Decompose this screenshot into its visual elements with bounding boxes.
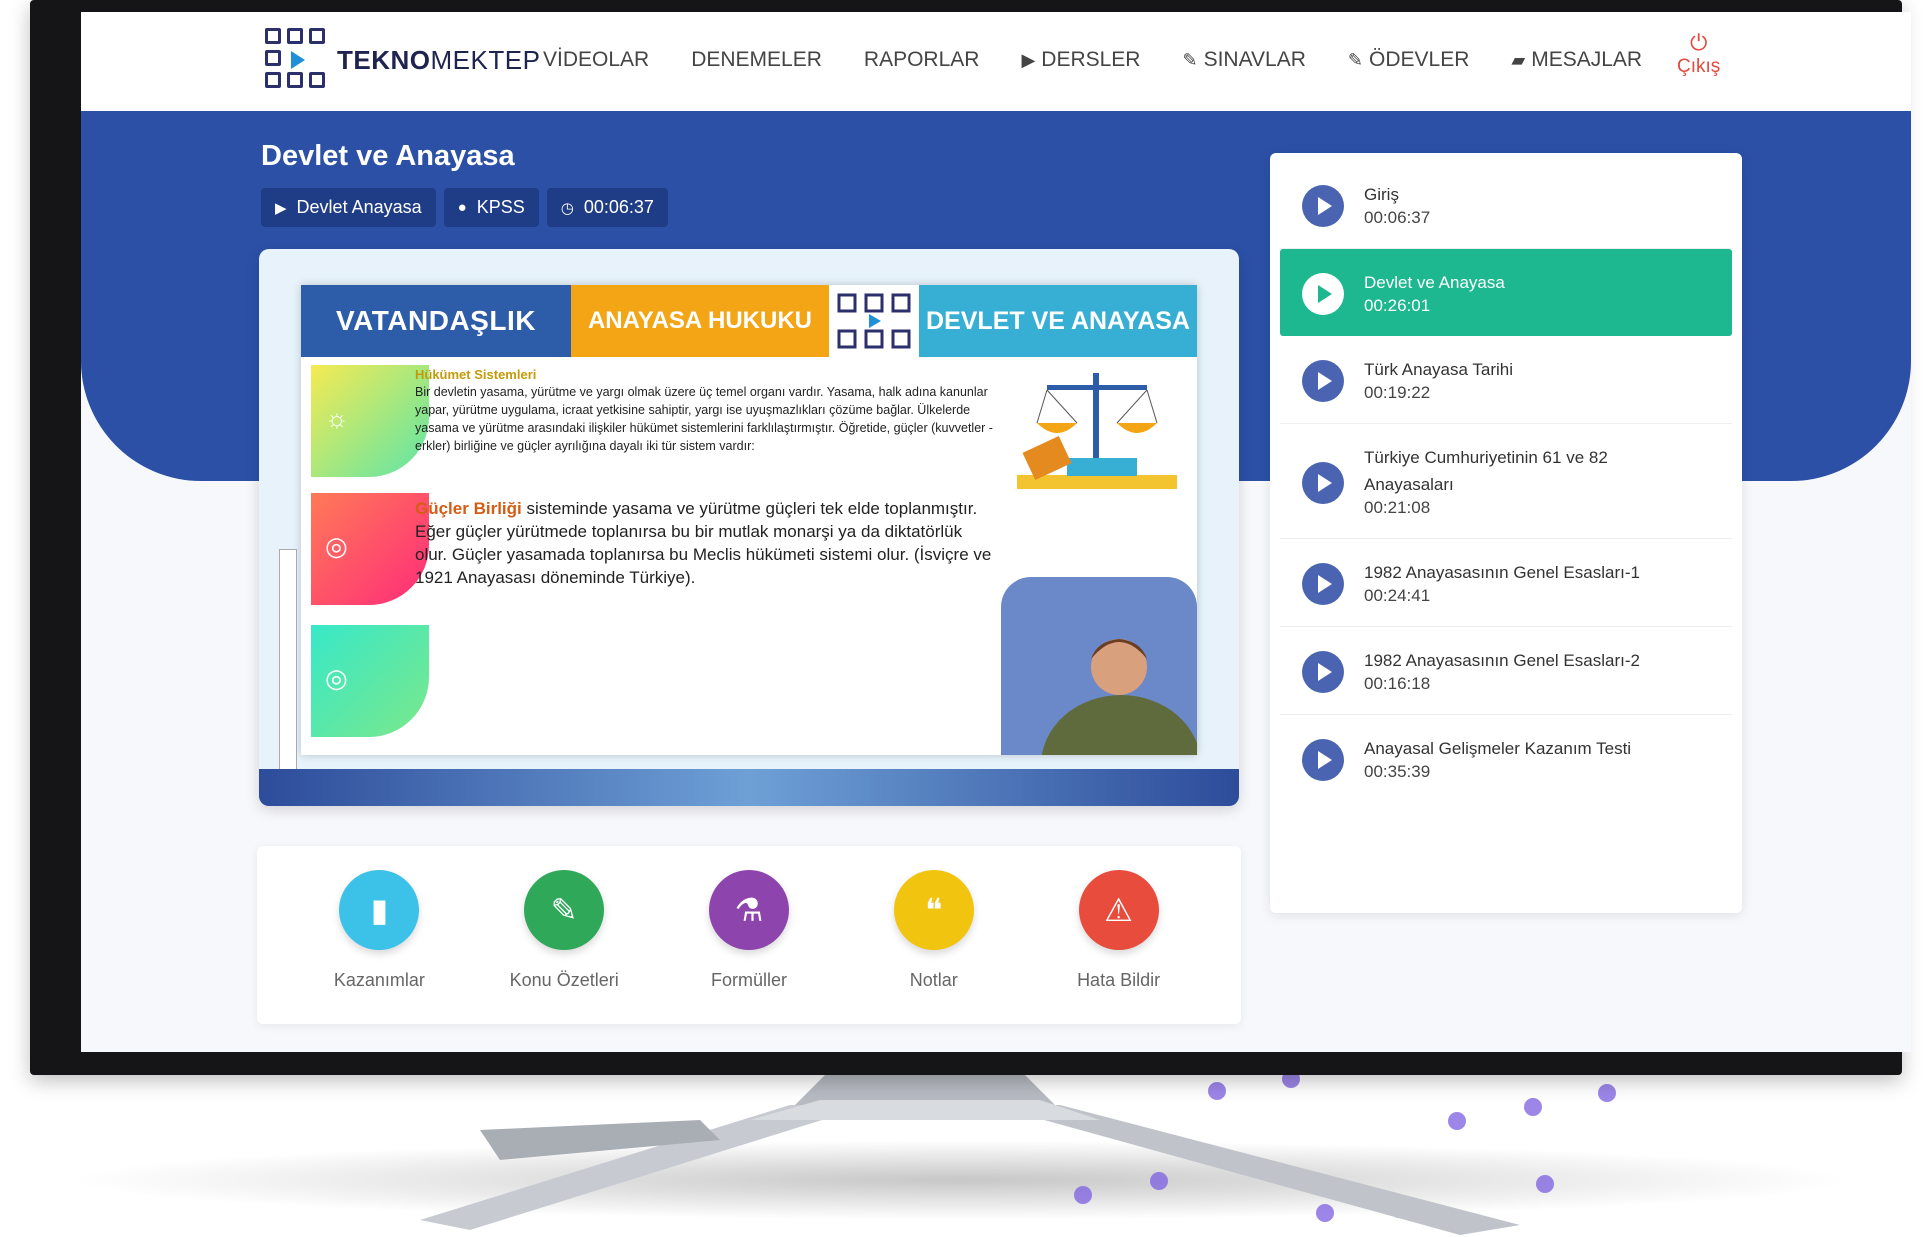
kazanimlar-button[interactable]: ▮ Kazanımlar — [294, 870, 464, 1024]
playlist-item[interactable]: 1982 Anayasasının Genel Esasları-1 00:24:… — [1280, 539, 1732, 627]
play-icon — [1302, 273, 1344, 315]
slide-panel-1: ☼ — [311, 365, 429, 477]
playlist-item[interactable]: Anayasal Gelişmeler Kazanım Testi 00:35:3… — [1280, 715, 1732, 802]
user-icon: ● — [457, 199, 467, 216]
target-icon: ◎ — [325, 663, 348, 693]
slide-panel-3: ◎ — [311, 625, 429, 737]
play-icon: ▶ — [275, 199, 287, 217]
document-icon: ▮ — [339, 870, 420, 950]
playlist-item-title: Türkiye Cumhuriyetinin 61 ve 82 Anayasal… — [1364, 448, 1608, 494]
flask-icon: ⚗ — [708, 870, 789, 950]
playlist-item-duration: 00:24:41 — [1364, 586, 1431, 605]
stage: TEKNOMEKTEP VİDEOLAR DENEMELER RAPORLAR … — [0, 0, 1931, 1237]
tv-bezel: TEKNOMEKTEP VİDEOLAR DENEMELER RAPORLAR … — [30, 0, 1911, 1075]
playlist-item-duration: 00:21:08 — [1364, 498, 1431, 517]
konu-ozetleri-button[interactable]: ✎ Konu Özetleri — [479, 870, 649, 1024]
logo-mark-icon — [263, 26, 331, 94]
play-icon: ▶ — [1021, 49, 1036, 70]
tool-label: Formüller — [710, 970, 787, 990]
playlist-item-title: 1982 Anayasasının Genel Esasları-1 — [1364, 563, 1640, 582]
nav-videolar[interactable]: VİDEOLAR — [543, 48, 649, 72]
nav-sinavlar[interactable]: ✎ SINAVLAR — [1182, 48, 1305, 72]
clock-icon: ◷ — [560, 199, 574, 217]
slide-paragraph-1: Bir devletin yasama, yürütme ve yargı ol… — [415, 385, 993, 453]
play-icon — [1302, 739, 1344, 781]
playlist-item-duration: 00:35:39 — [1364, 762, 1431, 781]
logout-label: Çıkış — [1677, 56, 1721, 77]
nav-raporlar[interactable]: RAPORLAR — [864, 48, 980, 72]
pencil-icon: ✎ — [524, 870, 605, 950]
play-icon — [1302, 651, 1344, 693]
top-navbar: TEKNOMEKTEP VİDEOLAR DENEMELER RAPORLAR … — [81, 12, 1911, 111]
slide-header-subject: VATANDAŞLIK — [301, 285, 571, 357]
nav-odevler[interactable]: ✎ ÖDEVLER — [1348, 48, 1469, 72]
lecture-slide: VATANDAŞLIK ANAYASA HUKUKU DEVLET VE ANA… — [301, 285, 1197, 755]
playlist-item-duration: 00:26:01 — [1364, 296, 1431, 315]
tool-label: Notlar — [909, 970, 958, 990]
slide-panel-2: ◎ — [311, 493, 429, 605]
playlist-item-title: Türk Anayasa Tarihi — [1364, 360, 1513, 379]
pencil-icon: ✎ — [1182, 49, 1198, 70]
lightbulb-icon: ☼ — [325, 403, 349, 433]
play-icon — [1302, 185, 1344, 227]
logout-button[interactable]: ⏻ Çıkış — [1677, 30, 1720, 78]
lesson-title: Devlet ve Anayasa — [261, 140, 515, 172]
playlist-item-active[interactable]: Devlet ve Anayasa 00:26:01 — [1280, 249, 1732, 336]
slide-logo-icon — [829, 285, 919, 357]
hata-bildir-button[interactable]: ⚠ Hata Bildir — [1034, 870, 1204, 1024]
play-icon — [1302, 563, 1344, 605]
justice-scales-illustration — [1017, 373, 1177, 489]
playlist-item[interactable]: Türkiye Cumhuriyetinin 61 ve 82 Anayasal… — [1280, 424, 1732, 539]
course-chip[interactable]: ▶ Devlet Anayasa — [261, 188, 436, 227]
nav-dersler[interactable]: ▶ DERSLER — [1021, 48, 1140, 72]
playlist-item-title: Devlet ve Anayasa — [1364, 273, 1505, 292]
tv-screen: TEKNOMEKTEP VİDEOLAR DENEMELER RAPORLAR … — [81, 12, 1911, 1052]
playlist-item-title: Giriş — [1364, 185, 1399, 204]
playlist-item[interactable]: 1982 Anayasasının Genel Esasları-2 00:16:… — [1280, 627, 1732, 715]
drawing-toolbar[interactable] — [279, 549, 297, 779]
warning-icon: ⚠ — [1078, 870, 1159, 950]
message-icon: ▰ — [1511, 49, 1526, 70]
brand-logo[interactable]: TEKNOMEKTEP — [263, 26, 540, 94]
slide-subheading: Hükümet Sistemleri — [415, 367, 537, 382]
lesson-playlist: Giriş 00:06:37 Devlet ve Anayasa 00:26:01 … — [1270, 153, 1742, 913]
playlist-item[interactable]: Türk Anayasa Tarihi 00:19:22 — [1280, 336, 1732, 424]
duration-chip: ◷ 00:06:37 — [546, 188, 668, 227]
playlist-item-title: Anayasal Gelişmeler Kazanım Testi — [1364, 739, 1632, 758]
playlist-item-duration: 00:06:37 — [1364, 208, 1431, 227]
tv-stand — [420, 1070, 1520, 1235]
slide-header-title: DEVLET VE ANAYASA — [919, 285, 1197, 357]
chat-icon: ❝ — [893, 870, 974, 950]
playlist-item-duration: 00:16:18 — [1364, 674, 1431, 693]
play-icon — [1302, 360, 1344, 402]
tool-label: Hata Bildir — [1077, 970, 1161, 990]
power-icon: ⏻ — [1689, 30, 1708, 55]
video-player[interactable]: VATANDAŞLIK ANAYASA HUKUKU DEVLET VE ANA… — [259, 249, 1239, 806]
video-bottom-decor — [259, 769, 1239, 806]
category-chip[interactable]: ● KPSS — [443, 188, 539, 227]
tool-label: Konu Özetleri — [509, 970, 619, 990]
playlist-item-duration: 00:19:22 — [1364, 383, 1431, 402]
slide-header: VATANDAŞLIK ANAYASA HUKUKU DEVLET VE ANA… — [301, 285, 1197, 357]
target-icon: ◎ — [325, 531, 348, 561]
tool-label: Kazanımlar — [333, 970, 425, 990]
nav-mesajlar[interactable]: ▰ MESAJLAR — [1511, 48, 1642, 72]
pencil-icon: ✎ — [1347, 49, 1363, 70]
formuller-button[interactable]: ⚗ Formüller — [664, 870, 834, 1024]
notlar-button[interactable]: ❝ Notlar — [849, 870, 1019, 1024]
lesson-tools: ▮ Kazanımlar ✎ Konu Özetleri ⚗ Formüller… — [257, 846, 1241, 1024]
main-nav: VİDEOLAR DENEMELER RAPORLAR ▶ DERSLER ✎ SI… — [543, 48, 1684, 72]
brand-name: TEKNOMEKTEP — [337, 44, 541, 75]
playlist-item-title: 1982 Anayasasının Genel Esasları-2 — [1364, 651, 1640, 670]
slide-paragraph-2: Güçler Birliği sisteminde yasama ve yürü… — [415, 499, 992, 587]
nav-denemeler[interactable]: DENEMELER — [691, 48, 822, 72]
lesson-meta: ▶ Devlet Anayasa ● KPSS ◷ 00:06:37 — [261, 188, 668, 227]
presenter-image — [1041, 639, 1197, 755]
slide-header-topic: ANAYASA HUKUKU — [571, 285, 829, 357]
play-icon — [1302, 462, 1344, 504]
playlist-item[interactable]: Giriş 00:06:37 — [1280, 161, 1732, 249]
